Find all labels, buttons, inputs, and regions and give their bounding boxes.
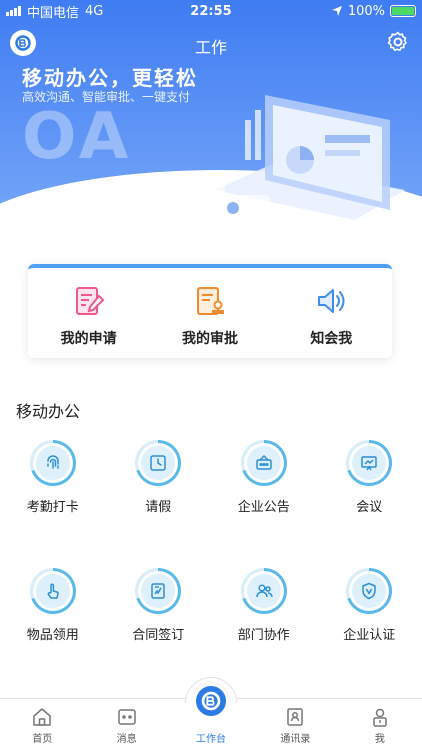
app-label: 考勤打卡 (26, 500, 79, 515)
signal-icon (6, 6, 21, 16)
quick-action-label: 我的申请 (60, 331, 117, 347)
tab-label: 工作台 (196, 734, 227, 745)
speaker-icon (318, 289, 345, 313)
workbench-icon (193, 683, 230, 719)
team-icon (256, 584, 273, 598)
my-approvals-button[interactable]: 我的审批 (149, 268, 270, 358)
approval-stamp-icon (196, 287, 224, 315)
notice-board-icon (256, 454, 272, 470)
tab-contacts[interactable]: 通讯录 (253, 699, 337, 750)
gear-icon[interactable] (386, 30, 410, 54)
tab-workbench[interactable]: 工作台 (169, 677, 253, 750)
home-icon (33, 708, 51, 726)
app-item-requisition[interactable]: 物品领用 (0, 568, 106, 696)
notify-me-button[interactable]: 知会我 (271, 268, 392, 358)
banner-title: 移动办公，更轻松 (22, 66, 198, 90)
presentation-icon (361, 456, 377, 471)
app-contract[interactable]: 合同签订 (106, 568, 212, 696)
network-type: 4G (85, 3, 104, 19)
contacts-icon (287, 708, 304, 726)
bottom-tab-bar: 首页 消息 工作台 通讯录 我 (0, 677, 422, 750)
tab-messages[interactable]: 消息 (84, 699, 168, 750)
app-leave[interactable]: 请假 (106, 440, 212, 568)
app-label: 企业公告 (237, 500, 290, 515)
tab-home[interactable]: 首页 (0, 699, 84, 750)
message-icon (117, 709, 136, 725)
shield-check-icon (362, 582, 376, 600)
app-announcements[interactable]: 企业公告 (211, 440, 317, 568)
app-label: 物品领用 (26, 628, 79, 643)
tab-label: 通讯录 (280, 734, 311, 745)
tab-label: 首页 (32, 734, 53, 745)
user-icon (373, 708, 387, 727)
edit-document-icon (75, 287, 105, 315)
hand-pointer-icon (47, 583, 59, 599)
top-nav: 工作 (0, 28, 422, 60)
status-bar: 中国电信 4G 22:55 100% (0, 0, 422, 22)
banner-logo-text: OA (22, 100, 133, 174)
app-label: 合同签订 (132, 628, 185, 643)
quick-action-label: 我的审批 (181, 331, 238, 347)
app-label: 部门协作 (237, 628, 290, 643)
app-label: 会议 (356, 500, 383, 515)
contract-icon (151, 583, 165, 599)
app-meeting[interactable]: 会议 (317, 440, 422, 568)
clock-icon (150, 455, 166, 471)
tab-label: 消息 (116, 734, 137, 745)
app-grid: 考勤打卡 请假 企业公告 会议 物品领用 合同签订 部门协作 企业认证 (0, 440, 422, 696)
app-label: 企业认证 (343, 628, 396, 643)
tab-me[interactable]: 我 (338, 699, 422, 750)
tab-label: 我 (374, 734, 385, 745)
battery-percent: 100% (347, 3, 385, 19)
section-title: 移动办公 (16, 402, 81, 421)
laptop-illustration (185, 95, 405, 223)
fingerprint-icon (47, 455, 59, 469)
clock: 22:55 (190, 3, 232, 19)
page-title: 工作 (194, 38, 227, 57)
battery-icon (390, 5, 416, 17)
location-arrow-icon (331, 6, 342, 16)
hero-banner: 中国电信 4G 22:55 100% 工作 移动办公，更轻松 高效沟通、智能审批… (0, 0, 422, 240)
app-collaboration[interactable]: 部门协作 (211, 568, 317, 696)
app-attendance[interactable]: 考勤打卡 (0, 440, 106, 568)
carrier-name: 中国电信 (27, 5, 80, 21)
app-certification[interactable]: 企业认证 (317, 568, 422, 696)
quick-action-label: 知会我 (310, 331, 353, 347)
app-label: 请假 (145, 500, 172, 515)
my-requests-button[interactable]: 我的申请 (28, 268, 149, 358)
quick-actions-card: 我的申请 我的审批 知会我 (28, 264, 392, 358)
